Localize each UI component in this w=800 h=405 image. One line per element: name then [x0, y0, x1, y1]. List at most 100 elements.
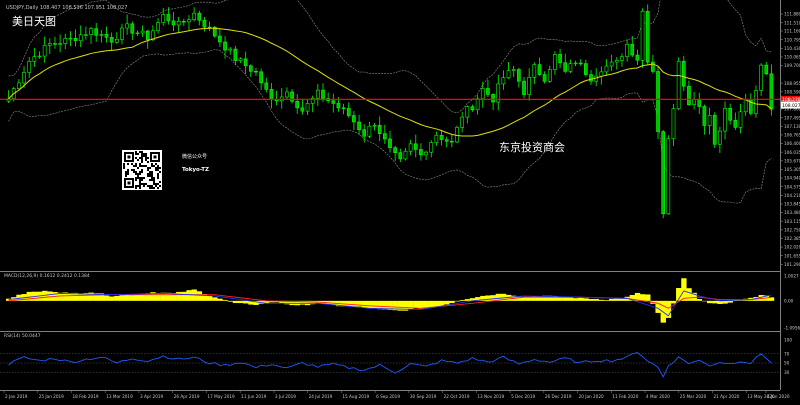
candle[interactable]	[640, 8, 645, 68]
candle-body	[614, 60, 619, 63]
time-tick-label: 22 Oct 2019	[444, 394, 470, 399]
candle-body	[604, 65, 609, 73]
candle-body	[352, 115, 356, 123]
chart-title: USDJPY,Daily 108.407 108.536 107.951 108…	[6, 5, 127, 11]
candle-body	[109, 36, 114, 43]
candle-body	[707, 115, 712, 126]
rsi-tick-label: 50	[784, 361, 790, 366]
candle-body	[300, 107, 305, 112]
candle[interactable]	[712, 112, 717, 148]
candle-body	[331, 100, 336, 104]
candle[interactable]	[666, 135, 671, 215]
candle-body	[156, 22, 160, 32]
macd-histogram-bar	[212, 297, 218, 301]
candle[interactable]	[754, 85, 758, 118]
candle-body	[630, 44, 635, 56]
candle-body	[733, 120, 738, 128]
macd-histogram-bar	[346, 300, 352, 307]
candle[interactable]	[455, 125, 459, 144]
price-tick-label: 103.845	[784, 202, 800, 207]
time-tick-label: 13 Nov 2019	[477, 394, 504, 399]
macd-histogram-bar	[119, 295, 125, 301]
candle-body	[218, 35, 222, 43]
macd-histogram-bar	[588, 298, 594, 301]
price-tick-label: 103.115	[784, 219, 800, 224]
candle-body	[676, 60, 681, 110]
price-tick-label: 106.035	[784, 150, 800, 155]
candle[interactable]	[661, 129, 666, 219]
macd-histogram-bar	[567, 297, 574, 301]
price-tick-label: 102.750	[784, 227, 800, 232]
candle-body	[511, 69, 516, 72]
candle-body	[506, 70, 511, 79]
candle-body	[140, 30, 145, 34]
macd-histogram-bar	[351, 300, 357, 307]
candle-body	[599, 71, 604, 77]
candle-body	[408, 143, 413, 152]
macd-histogram-bar	[639, 294, 646, 301]
macd-histogram-bar	[706, 300, 713, 304]
macd-histogram-bar	[593, 299, 599, 301]
candle-body	[656, 71, 660, 132]
chart-canvas[interactable]: 108.270 111.880111.510111.160110.795110.…	[0, 0, 800, 401]
candle-body	[687, 85, 691, 106]
candle[interactable]	[681, 55, 686, 92]
candle-body	[362, 129, 367, 137]
price-tick-label: 110.795	[784, 37, 800, 42]
candle-body	[58, 43, 62, 45]
candle-body	[413, 143, 418, 150]
time-tick-label: 4 Jun 2020	[767, 394, 790, 399]
candle-body	[527, 77, 532, 95]
candle-body	[666, 138, 671, 215]
candle-body	[388, 138, 392, 148]
candle-body	[424, 151, 428, 156]
candle[interactable]	[676, 57, 681, 111]
candle[interactable]	[656, 66, 660, 140]
candle-body	[145, 30, 150, 41]
current-price-label: 108.027	[782, 103, 800, 109]
macd-tick-label: 1.0027	[784, 274, 799, 279]
macd-histogram-bar	[490, 295, 496, 301]
candle-body	[285, 91, 289, 98]
candle-body	[460, 116, 465, 128]
macd-histogram-bar	[47, 291, 53, 301]
corner-label: 美日天图	[12, 15, 56, 28]
macd-histogram-bar	[562, 297, 569, 301]
macd-histogram-bar	[670, 300, 677, 304]
price-tick-label: 104.575	[784, 184, 800, 189]
candle-body	[192, 12, 196, 20]
macd-histogram-bar	[222, 299, 228, 301]
macd-histogram-bar	[176, 291, 182, 301]
candle-body	[243, 58, 248, 67]
candle-body	[403, 150, 408, 160]
macd-histogram-bar	[366, 300, 373, 309]
candle-body	[233, 48, 238, 61]
macd-histogram-bar	[124, 294, 130, 301]
macd-histogram-bar	[686, 288, 692, 301]
candle-body	[228, 48, 233, 51]
candle-body	[295, 100, 300, 109]
candle-body	[764, 64, 769, 75]
time-tick-label: 3 Jul 2019	[275, 394, 296, 399]
candle-body	[197, 12, 202, 21]
time-tick-label: 25 Jan 2019	[39, 394, 64, 399]
candle-body	[47, 43, 52, 46]
trading-chart-window: 108.270 111.880 111.510 111.160 110.795 110.…	[0, 0, 800, 401]
candle-body	[17, 82, 21, 89]
candle-body	[609, 61, 614, 67]
price-tick-label: 105.305	[784, 167, 800, 172]
candle[interactable]	[645, 4, 650, 65]
candle[interactable]	[212, 25, 217, 38]
price-tick-label: 110.430	[784, 46, 800, 51]
macd-label: MACD(12,26,9) 0.1612 0.2412 0.1384	[4, 273, 90, 279]
candle-body	[759, 64, 763, 91]
macd-histogram-bar	[444, 300, 450, 305]
candle-body	[264, 82, 269, 90]
macd-histogram-bar	[356, 300, 362, 307]
price-tick-label: 109.700	[784, 63, 800, 68]
candle-body	[542, 74, 547, 82]
candle-body	[692, 99, 696, 106]
candle-body	[620, 56, 624, 61]
time-tick-label: 20 Jan 2020	[579, 394, 604, 399]
macd-histogram-bar	[227, 300, 233, 302]
